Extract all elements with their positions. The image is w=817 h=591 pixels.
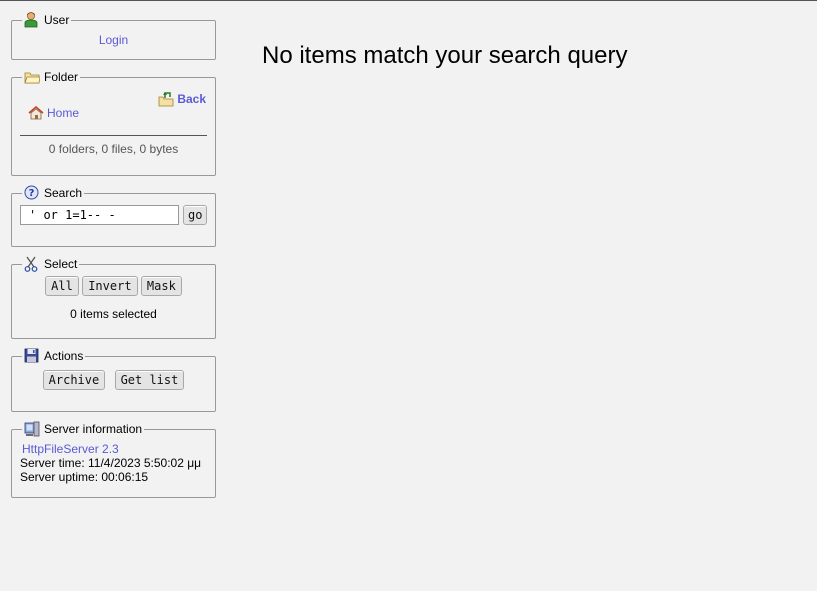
hfs-version-link[interactable]: HttpFileServer 2.3: [22, 442, 119, 456]
user-legend-label: User: [44, 13, 70, 27]
actions-legend-label: Actions: [44, 349, 84, 363]
user-panel: User Login: [11, 12, 216, 60]
no-items-message: No items match your search query: [262, 42, 628, 69]
sidebar: User Login Folder Back Home 0 folders, 0…: [11, 12, 217, 498]
server-time: Server time: 11/4/2023 5:50:02 μμ: [20, 456, 202, 470]
help-icon: ?: [24, 185, 40, 201]
floppy-icon: [24, 348, 40, 364]
select-panel: Select All Invert Mask 0 items selected: [11, 256, 216, 339]
svg-text:?: ?: [29, 188, 35, 199]
select-mask-button[interactable]: Mask: [140, 276, 182, 296]
login-link[interactable]: Login: [99, 33, 128, 47]
search-legend-label: Search: [44, 186, 83, 200]
folder-stats: 0 folders, 0 files, 0 bytes: [48, 142, 179, 156]
selected-count: 0 items selected: [70, 307, 157, 321]
server-icon: [24, 421, 40, 437]
server-uptime: Server uptime: 00:06:15: [20, 470, 149, 484]
archive-button[interactable]: Archive: [42, 370, 106, 390]
search-panel: ? Search go: [11, 185, 217, 247]
folder-legend-label: Folder: [44, 70, 79, 84]
home-icon: [28, 105, 44, 121]
folder-icon: [24, 69, 41, 85]
select-legend-label: Select: [44, 257, 78, 271]
search-legend: ? Search: [22, 185, 84, 201]
search-go-button[interactable]: go: [183, 205, 208, 225]
server-legend-label: Server information: [44, 422, 143, 436]
user-icon: [24, 12, 40, 28]
select-all-button[interactable]: All: [45, 276, 79, 296]
actions-legend: Actions: [22, 348, 85, 364]
actions-panel: Actions Archive Get list: [11, 348, 216, 412]
back-icon: [158, 91, 174, 107]
folder-divider: [20, 135, 207, 136]
server-panel: Server information HttpFileServer 2.3 Se…: [11, 421, 216, 498]
user-legend: User: [22, 12, 71, 28]
folder-panel: Folder Back Home 0 folders, 0 files, 0 b…: [11, 69, 216, 176]
select-legend: Select: [22, 256, 79, 272]
folder-legend: Folder: [22, 69, 80, 85]
select-invert-button[interactable]: Invert: [82, 276, 138, 296]
get-list-button[interactable]: Get list: [114, 370, 185, 390]
home-link[interactable]: Home: [47, 106, 79, 120]
search-input[interactable]: [20, 205, 179, 225]
server-legend: Server information: [22, 421, 144, 437]
back-link[interactable]: Back: [177, 92, 206, 106]
top-border: [0, 0, 817, 1]
scissors-icon: [24, 256, 40, 272]
